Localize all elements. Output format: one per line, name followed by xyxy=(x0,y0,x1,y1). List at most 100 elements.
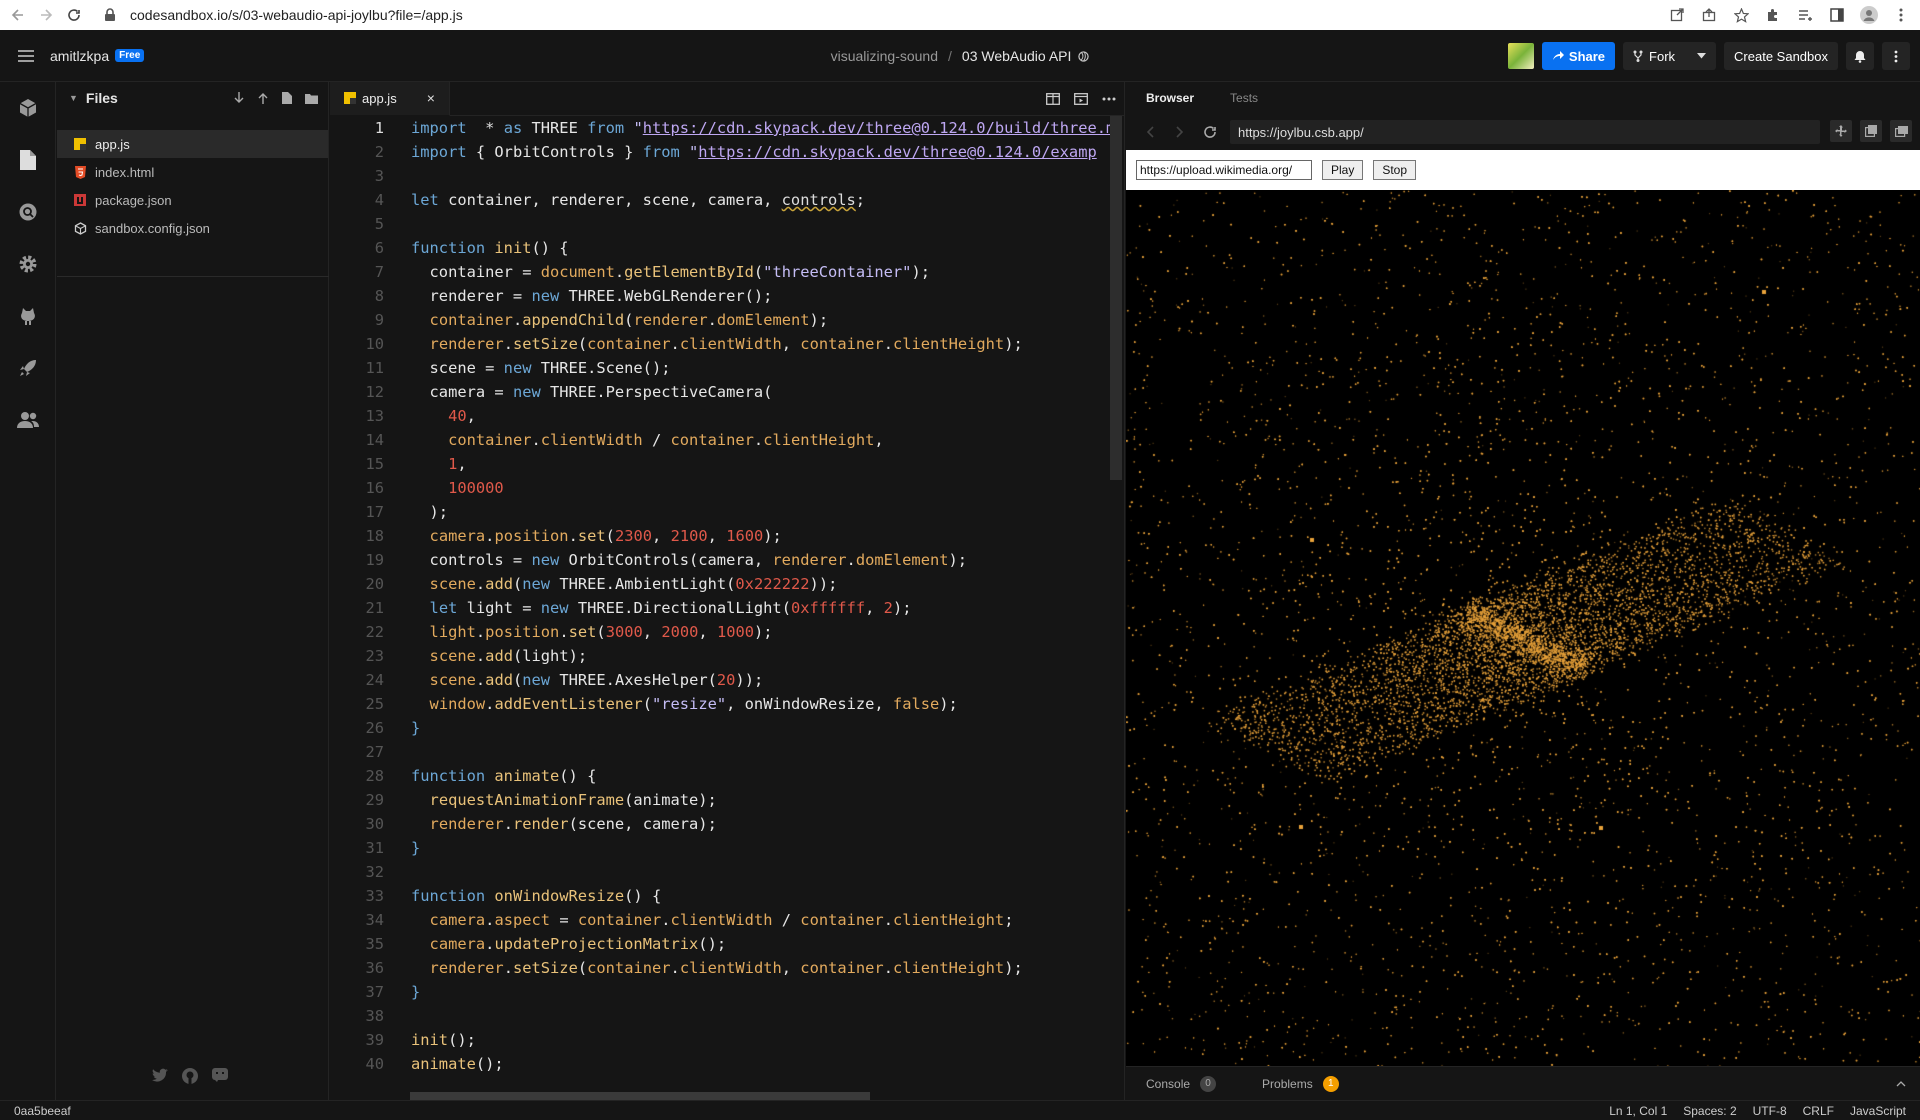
sandbox-thumbnail[interactable] xyxy=(1507,43,1534,69)
file-item-index-html[interactable]: index.html xyxy=(57,158,328,186)
code-line[interactable]: 12 camera = new THREE.PerspectiveCamera( xyxy=(330,380,1110,404)
code-line[interactable]: 33 function onWindowResize() { xyxy=(330,884,1110,908)
problems-tab[interactable]: Problems xyxy=(1262,1077,1313,1091)
code-line[interactable]: 9 container.appendChild(renderer.domElem… xyxy=(330,308,1110,332)
back-icon[interactable] xyxy=(8,5,28,25)
console-tab[interactable]: Console xyxy=(1146,1077,1190,1091)
activity-github[interactable] xyxy=(0,290,56,342)
move-panel-icon[interactable] xyxy=(1830,120,1852,142)
code-line[interactable]: 13 40, xyxy=(330,404,1110,428)
code-line[interactable]: 7 container = document.getElementById("t… xyxy=(330,260,1110,284)
share-page-icon[interactable] xyxy=(1696,3,1722,27)
code-line[interactable]: 26} xyxy=(330,716,1110,740)
code-line[interactable]: 41 xyxy=(330,1076,1110,1078)
code-line[interactable]: 5 xyxy=(330,212,1110,236)
code-line[interactable]: 31} xyxy=(330,836,1110,860)
code-line[interactable]: 14 container.clientWidth / container.cli… xyxy=(330,428,1110,452)
browser-menu-icon[interactable] xyxy=(1888,3,1914,27)
horizontal-scrollbar[interactable] xyxy=(410,1092,870,1100)
code-line[interactable]: 22 light.position.set(3000, 2000, 1000); xyxy=(330,620,1110,644)
preview-toggle-icon[interactable] xyxy=(1074,93,1088,105)
file-item-app-js[interactable]: app.js xyxy=(57,130,328,158)
code-line[interactable]: 23 scene.add(light); xyxy=(330,644,1110,668)
bookmark-star-icon[interactable] xyxy=(1728,3,1754,27)
activity-explorer[interactable] xyxy=(0,134,56,186)
vertical-scrollbar[interactable] xyxy=(1110,116,1122,480)
code-area[interactable]: 1 import * as THREE from "https://cdn.sky… xyxy=(330,116,1110,1078)
code-line[interactable]: 36 renderer.setSize(container.clientWidt… xyxy=(330,956,1110,980)
collapse-caret-icon[interactable]: ▼ xyxy=(69,93,78,103)
activity-search[interactable] xyxy=(0,186,56,238)
create-sandbox-button[interactable]: Create Sandbox xyxy=(1724,42,1838,70)
breadcrumb-project[interactable]: visualizing-sound xyxy=(831,48,938,64)
audio-url-input[interactable] xyxy=(1136,160,1312,180)
more-menu-button[interactable] xyxy=(1882,42,1910,70)
activity-settings[interactable] xyxy=(0,238,56,290)
more-horizontal-icon[interactable] xyxy=(1102,97,1116,101)
encoding[interactable]: UTF-8 xyxy=(1753,1104,1787,1118)
upload-icon[interactable] xyxy=(256,91,270,105)
address-bar[interactable]: codesandbox.io/s/03-webaudio-api-joylbu?… xyxy=(104,3,1644,27)
stop-button[interactable]: Stop xyxy=(1373,160,1417,180)
code-line[interactable]: 17 ); xyxy=(330,500,1110,524)
new-file-icon[interactable] xyxy=(280,91,294,105)
username[interactable]: amitlzkpa xyxy=(50,48,109,64)
open-new-window-icon[interactable] xyxy=(1860,120,1882,142)
particle-visualization[interactable] xyxy=(1126,190,1920,1066)
code-line[interactable]: 34 camera.aspect = container.clientWidth… xyxy=(330,908,1110,932)
language-mode[interactable]: JavaScript xyxy=(1850,1104,1906,1118)
hamburger-menu-icon[interactable] xyxy=(18,49,36,62)
preview-refresh-icon[interactable] xyxy=(1200,125,1220,139)
preview-back-icon[interactable] xyxy=(1140,126,1160,138)
code-line[interactable]: 40 animate(); xyxy=(330,1052,1110,1076)
code-line[interactable]: 1 import * as THREE from "https://cdn.sky… xyxy=(330,116,1110,140)
code-line[interactable]: 25 window.addEventListener("resize", onW… xyxy=(330,692,1110,716)
tab-app-js[interactable]: app.js × xyxy=(330,81,450,116)
code-line[interactable]: 20 scene.add(new THREE.AmbientLight(0x22… xyxy=(330,572,1110,596)
code-line[interactable]: 3 xyxy=(330,164,1110,188)
reading-list-icon[interactable] xyxy=(1792,3,1818,27)
preview-forward-icon[interactable] xyxy=(1170,126,1190,138)
fork-button[interactable]: Fork xyxy=(1623,42,1717,70)
code-line[interactable]: 15 1, xyxy=(330,452,1110,476)
three-canvas[interactable] xyxy=(1126,190,1920,1066)
activity-live[interactable] xyxy=(0,394,56,446)
code-line[interactable]: 18 camera.position.set(2300, 2100, 1600)… xyxy=(330,524,1110,548)
code-line[interactable]: 6 function init() { xyxy=(330,236,1110,260)
file-item-sandbox-config[interactable]: sandbox.config.json xyxy=(57,214,328,242)
code-line[interactable]: 30 renderer.render(scene, camera); xyxy=(330,812,1110,836)
open-external-icon[interactable] xyxy=(1664,3,1690,27)
profile-avatar-icon[interactable] xyxy=(1856,3,1882,27)
sandbox-title[interactable]: 03 WebAudio API xyxy=(962,48,1071,64)
preview-address-input[interactable]: https://joylbu.csb.app/ xyxy=(1230,120,1820,144)
chevron-up-icon[interactable] xyxy=(1896,1080,1906,1087)
code-line[interactable]: 4 let container, renderer, scene, camera,… xyxy=(330,188,1110,212)
file-item-package-json[interactable]: package.json xyxy=(57,186,328,214)
code-line[interactable]: 39 init(); xyxy=(330,1028,1110,1052)
download-icon[interactable] xyxy=(232,91,246,105)
reload-icon[interactable] xyxy=(64,5,84,25)
code-line[interactable]: 19 controls = new OrbitControls(camera, … xyxy=(330,548,1110,572)
split-view-icon[interactable] xyxy=(1046,93,1060,105)
code-line[interactable]: 29 requestAnimationFrame(animate); xyxy=(330,788,1110,812)
chevron-down-icon[interactable] xyxy=(1697,53,1707,59)
line-endings[interactable]: CRLF xyxy=(1803,1104,1834,1118)
code-line[interactable]: 24 scene.add(new THREE.AxesHelper(20)); xyxy=(330,668,1110,692)
discord-icon[interactable] xyxy=(212,1068,228,1084)
files-header[interactable]: ▼ Files xyxy=(57,82,328,114)
side-panel-icon[interactable] xyxy=(1824,3,1850,27)
code-line[interactable]: 28 function animate() { xyxy=(330,764,1110,788)
share-button[interactable]: Share xyxy=(1541,42,1616,70)
code-line[interactable]: 38 xyxy=(330,1004,1110,1028)
code-line[interactable]: 21 let light = new THREE.DirectionalLigh… xyxy=(330,596,1110,620)
new-folder-icon[interactable] xyxy=(304,91,318,105)
twitter-icon[interactable] xyxy=(152,1068,168,1084)
indentation[interactable]: Spaces: 2 xyxy=(1683,1104,1736,1118)
activity-deploy[interactable] xyxy=(0,342,56,394)
code-line[interactable]: 10 renderer.setSize(container.clientWidt… xyxy=(330,332,1110,356)
tab-browser[interactable]: Browser xyxy=(1146,91,1194,105)
forward-icon[interactable] xyxy=(36,5,56,25)
notifications-button[interactable] xyxy=(1846,42,1874,70)
activity-project-info[interactable] xyxy=(0,82,56,134)
code-line[interactable]: 16 100000 xyxy=(330,476,1110,500)
